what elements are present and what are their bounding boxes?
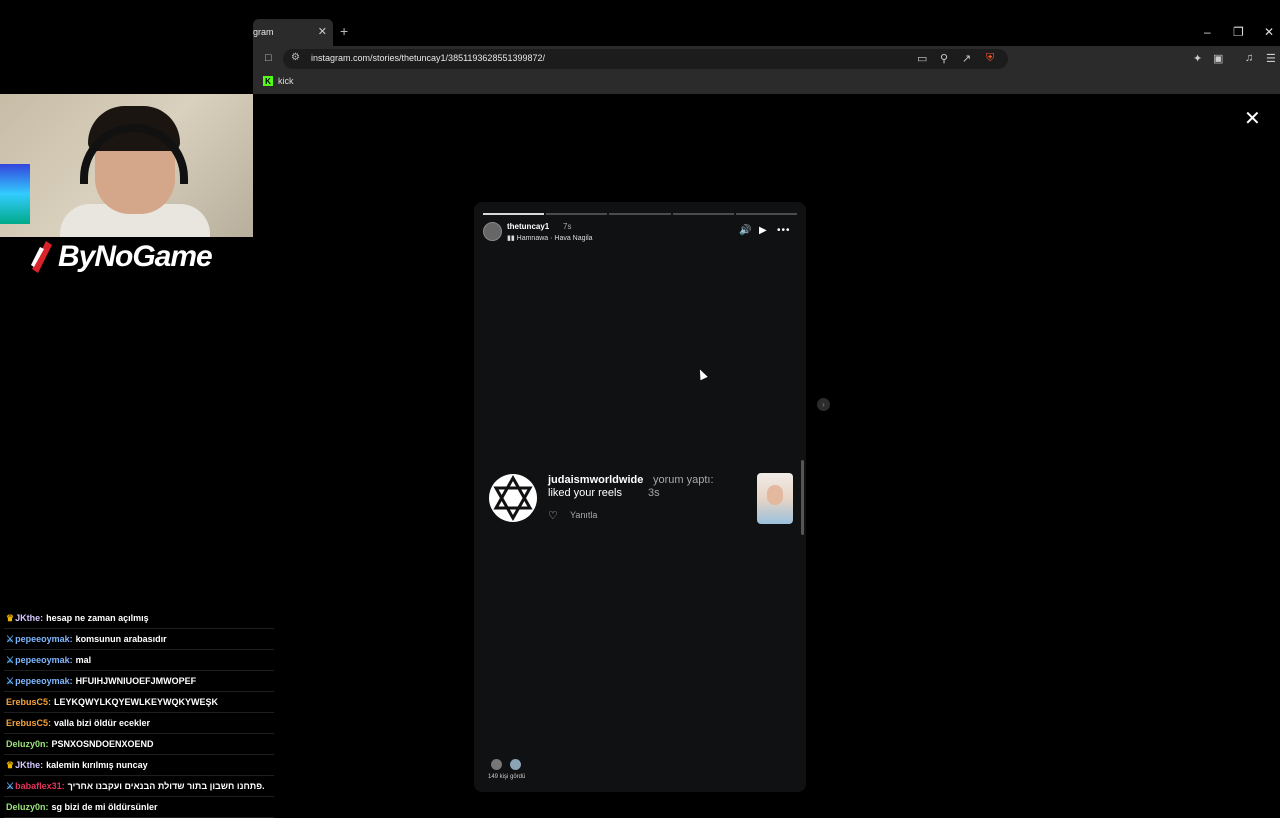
brave-shield-icon[interactable]: ⛨ (986, 52, 994, 65)
chat-text: HFUIHJWNIUOEFJMWOPEF (75, 676, 197, 686)
bynogame-logo: ByNoGame (28, 239, 213, 275)
story-username[interactable]: thetuncay1 (507, 222, 549, 231)
bookmark-kick[interactable]: K kick (263, 76, 294, 86)
bookmark-icon[interactable]: □ (265, 52, 272, 64)
progress-segment (546, 213, 608, 215)
site-info-icon[interactable]: ⚙ (291, 52, 300, 63)
sword-badge-icon: ⚔ (6, 634, 15, 644)
seen-count: 149 kişi gördü (488, 774, 526, 780)
chat-username[interactable]: Deluzy0n: (6, 739, 49, 749)
play-icon[interactable]: ▶ (759, 225, 767, 236)
wallet-icon[interactable]: ▣ (1213, 52, 1223, 65)
chat-username[interactable]: Deluzy0n: (6, 802, 49, 812)
viewer-avatar (490, 758, 503, 771)
close-icon[interactable]: ✕ (1244, 106, 1261, 131)
webcam-overlay (0, 94, 253, 237)
tab-close-icon[interactable]: ✕ (318, 25, 327, 38)
chat-text: sg bizi de mi öldürsünler (51, 802, 158, 812)
chat-message: ⚔pepeeoymak: HFUIHJWNIUOEFJMWOPEF (4, 671, 274, 692)
chat-message: Deluzy0n: PSNXOSNDOENXOEND (4, 734, 274, 755)
chat-text: PSNXOSNDOENXOEND (51, 739, 154, 749)
chat-message: ⚔babaflex31: פתחנו חשבון בתור שדולת הבנאי… (4, 776, 274, 797)
viewer-avatar (509, 758, 522, 771)
minimize-button[interactable]: – (1204, 25, 1211, 39)
close-window-button[interactable]: ✕ (1264, 25, 1274, 39)
more-options-icon[interactable]: ••• (777, 225, 791, 236)
chat-text: kalemin kırılmış nuncay (46, 760, 148, 770)
page-area: ByNoGame ♛JKthe: hesap ne zaman açılmış ⚔p… (0, 94, 1280, 818)
star-of-david-icon[interactable] (489, 472, 537, 524)
chat-text: פתחנו חשבון בתור שדולת הבנאים ועקבנו אחר… (67, 781, 265, 791)
chat-username[interactable]: ErebusC5: (6, 697, 51, 707)
browser-tab[interactable]: gram ✕ (253, 19, 333, 46)
chat-username[interactable]: pepeeoymak: (15, 676, 73, 686)
chat-username[interactable]: pepeeoymak: (15, 655, 73, 665)
story-progress (483, 213, 798, 215)
comment-username[interactable]: judaismworldwide (548, 474, 643, 486)
story-time: 7s (563, 222, 572, 231)
menu-icon[interactable]: ☰ (1266, 52, 1276, 65)
chat-username[interactable]: babaflex31: (15, 781, 65, 791)
comment-notification: judaismworldwide yorum yaptı: liked your… (489, 472, 794, 532)
chat-username[interactable]: JKthe: (15, 760, 43, 770)
progress-segment (483, 213, 545, 215)
logo-text: ByNoGame (58, 240, 213, 273)
new-tab-button[interactable]: + (340, 23, 348, 39)
next-story-button[interactable]: › (817, 398, 830, 411)
extensions-icon[interactable]: ✦ (1193, 52, 1202, 65)
chat-text: komsunun arabasıdır (75, 634, 167, 644)
comment-action: yorum yaptı: (653, 474, 714, 486)
maximize-button[interactable]: ❐ (1233, 25, 1244, 39)
mute-icon[interactable]: 🔊 (739, 225, 751, 236)
url-text[interactable]: instagram.com/stories/thetuncay1/3851193… (311, 53, 545, 63)
bynogame-logo-icon (31, 241, 52, 273)
chat-message: ErebusC5: LEYKQWYLKQYEWLKEYWQKYWEŞK (4, 692, 274, 713)
chat-message: ♛JKthe: kalemin kırılmış nuncay (4, 755, 274, 776)
crown-badge-icon: ♛ (6, 760, 15, 770)
story-music-label: Hamnawa · Hava Nagila (516, 235, 593, 242)
address-bar[interactable]: ⚙ instagram.com/stories/thetuncay1/38511… (283, 49, 1008, 69)
chat-message: ErebusC5: valla bizi öldür ecekler (4, 713, 274, 734)
progress-segment (609, 213, 671, 215)
story-music[interactable]: ▮▮ Hamnawa · Hava Nagila (507, 234, 593, 242)
browser-titlebar (0, 0, 1280, 46)
story-header: thetuncay1 7s ▮▮ Hamnawa · Hava Nagila 🔊… (483, 222, 797, 244)
cast-icon[interactable]: ▭ (917, 52, 927, 65)
crown-badge-icon: ♛ (6, 613, 15, 623)
reply-button[interactable]: Yanıtla (570, 510, 597, 520)
stream-chat: ♛JKthe: hesap ne zaman açılmış ⚔pepeeoymak… (4, 608, 274, 818)
rgb-light (0, 164, 30, 224)
comment-time: 3s (648, 487, 660, 499)
sword-badge-icon: ⚔ (6, 676, 15, 686)
kick-logo-icon: K (263, 76, 273, 86)
progress-segment (672, 213, 734, 215)
chat-message: ⚔pepeeoymak: komsunun arabasıdır (4, 629, 274, 650)
sword-badge-icon: ⚔ (6, 781, 15, 791)
chat-username[interactable]: pepeeoymak: (15, 634, 73, 644)
chat-message: ⚔pepeeoymak: mal (4, 650, 274, 671)
bookmark-kick-label: kick (278, 76, 294, 86)
media-icon[interactable]: ♫ (1245, 52, 1253, 64)
chat-text: mal (75, 655, 92, 665)
share-icon[interactable]: ↗ (962, 52, 971, 65)
chat-text: LEYKQWYLKQYEWLKEYWQKYWEŞK (54, 697, 219, 707)
tab-title: gram (253, 27, 274, 37)
avatar[interactable] (483, 222, 502, 241)
chat-message: Deluzy0n: sg bizi de mi öldürsünler (4, 797, 274, 818)
story-viewer: thetuncay1 7s ▮▮ Hamnawa · Hava Nagila 🔊… (474, 202, 806, 792)
bookmarks-bar: K kick (253, 72, 1280, 94)
comment-text: liked your reels (548, 487, 622, 499)
zoom-icon[interactable]: ⚲ (940, 52, 948, 65)
reel-thumbnail[interactable] (757, 473, 793, 524)
chat-username[interactable]: JKthe: (15, 613, 43, 623)
heart-icon[interactable]: ♡ (548, 509, 558, 522)
chat-message: ♛JKthe: hesap ne zaman açılmış (4, 608, 274, 629)
scrollbar[interactable] (801, 460, 804, 535)
sword-badge-icon: ⚔ (6, 655, 15, 665)
chat-text: hesap ne zaman açılmış (46, 613, 149, 623)
progress-segment (735, 213, 798, 215)
